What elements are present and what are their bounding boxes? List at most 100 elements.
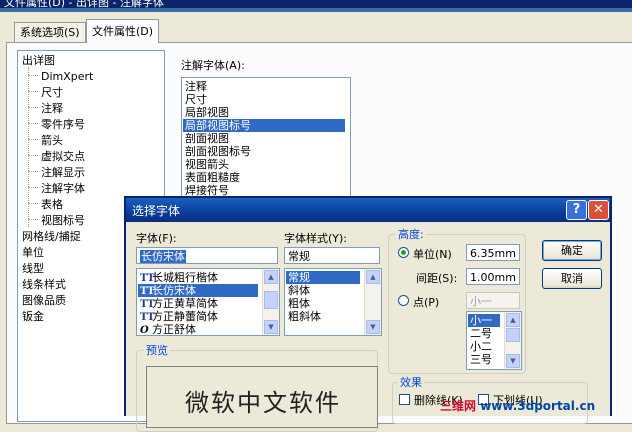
preview-box: 微软中文软件 (146, 366, 378, 428)
tree-item-units[interactable]: 单位 (22, 245, 44, 261)
point-item-size-two[interactable]: 二号 (470, 327, 492, 340)
font-item-label: 方正黄草简体 (152, 297, 218, 310)
tree-item-line-style[interactable]: 线条样式 (22, 277, 66, 293)
tree-item-view-labels[interactable]: 视图标号 (41, 213, 85, 229)
tree-item-detailing[interactable]: 出详图 (22, 53, 55, 69)
style-list-scrollbar[interactable]: ▲ ▼ (364, 269, 381, 335)
watermark-site: www.3dportal.cn (480, 399, 596, 413)
ok-button-label: 确定 (561, 244, 583, 257)
font-name-input[interactable]: 长仿宋体 (136, 247, 278, 264)
main-window-title-bar: 文件属性(D) - 出详图 - 注解字体 (0, 0, 632, 8)
spacing-label: 间距(S): (416, 272, 458, 285)
cancel-button-label: 取消 (561, 272, 583, 285)
main-window-title: 文件属性(D) - 出详图 - 注解字体 (4, 0, 164, 8)
font-item-label: 方正静蕾简体 (152, 310, 218, 323)
tree-item-line-font[interactable]: 线型 (22, 261, 44, 277)
point-list-scrollbar[interactable]: ▲ ▼ (504, 312, 521, 369)
dialog-title: 选择字体 (132, 204, 181, 218)
main-window-frame (0, 8, 632, 12)
unit-label: 单位(N) (413, 248, 452, 261)
font-style-list[interactable]: 常规 斜体 粗体 粗斜体 ▲ ▼ (284, 268, 382, 336)
font-item[interactable]: TT长城粗行楷体 (140, 271, 218, 284)
font-label: 字体(F): (136, 232, 177, 245)
font-item[interactable]: O 方正舒体 (140, 323, 196, 336)
tree-item-virtual-sharps[interactable]: 虚拟交点 (41, 149, 85, 165)
scroll-up-icon[interactable]: ▲ (264, 270, 278, 284)
style-item-italic[interactable]: 斜体 (288, 284, 310, 297)
annotation-item-surface-finish[interactable]: 表面粗糙度 (185, 171, 240, 184)
opentype-icon: O (140, 325, 149, 336)
close-button[interactable]: ✕ (588, 200, 609, 220)
font-style-input[interactable]: 常规 (284, 247, 380, 264)
font-item-label: 长城粗行楷体 (152, 271, 218, 284)
annotation-item-dimension[interactable]: 尺寸 (185, 93, 207, 106)
tree-item-annotations-display[interactable]: 注解显示 (41, 165, 85, 181)
spacing-input[interactable]: 1.00mm (466, 268, 520, 285)
unit-height-input[interactable]: 6.35mm (466, 244, 520, 261)
tab-system-options[interactable]: 系统选项(S) (14, 22, 86, 42)
tree-item-dimxpert[interactable]: DimXpert (41, 69, 93, 85)
effects-legend: 效果 (398, 374, 424, 390)
tree-item-dimensions[interactable]: 尺寸 (41, 85, 63, 101)
font-list[interactable]: TT长城粗行楷体 TT长仿宋体 TT方正黄草简体 TT方正静蕾简体 O 方正舒体 … (136, 268, 280, 336)
tree-item-image-quality[interactable]: 图像品质 (22, 293, 66, 309)
annotation-item-detail-view-label[interactable]: 局部视图标号 (183, 119, 345, 132)
tree-item-annotations-font[interactable]: 注解字体 (41, 181, 85, 197)
font-item[interactable]: TT方正黄草简体 (140, 297, 218, 310)
point-item-small-one[interactable]: 小一 (468, 314, 500, 327)
ok-button[interactable]: 确定 (542, 240, 602, 261)
annotation-item-view-arrow[interactable]: 视图箭头 (185, 158, 229, 171)
tree-item-sheet-metal[interactable]: 钣金 (22, 309, 44, 325)
tree-item-notes[interactable]: 注释 (41, 101, 63, 117)
height-legend: 高度: (396, 226, 426, 242)
tree-item-tables[interactable]: 表格 (41, 197, 63, 213)
watermark: 三维网 www.3dportal.cn (440, 397, 595, 414)
spacing-value: 1.00mm (470, 271, 516, 284)
point-size-value: 小一 (470, 295, 492, 308)
font-list-scrollbar[interactable]: ▲ ▼ (262, 269, 279, 335)
point-item-small-two[interactable]: 小二 (470, 340, 492, 353)
preview-text: 微软中文软件 (185, 389, 341, 417)
font-name-value: 长仿宋体 (140, 250, 186, 263)
unit-radio[interactable] (398, 247, 409, 258)
help-button[interactable]: ? (566, 200, 587, 220)
dialog-title-bar[interactable]: 选择字体 ? ✕ (126, 198, 610, 222)
annotation-item-note[interactable]: 注释 (185, 80, 207, 93)
font-item[interactable]: TT方正静蕾简体 (140, 310, 218, 323)
font-style-label: 字体样式(Y): (284, 232, 348, 245)
font-item-label: 方正舒体 (152, 323, 196, 336)
scroll-up-icon[interactable]: ▲ (366, 270, 380, 284)
scroll-down-icon[interactable]: ▼ (506, 354, 520, 368)
cancel-button[interactable]: 取消 (542, 268, 602, 289)
strikeout-checkbox[interactable] (399, 394, 410, 405)
scroll-up-icon[interactable]: ▲ (506, 313, 520, 327)
point-label: 点(P) (413, 296, 440, 309)
font-item-selected[interactable]: TT长仿宋体 (138, 284, 258, 297)
choose-font-dialog: 选择字体 ? ✕ 字体(F): 长仿宋体 TT长城粗行楷体 TT长仿宋体 TT方… (124, 196, 612, 432)
scroll-thumb[interactable] (264, 291, 278, 309)
point-size-list[interactable]: 小一 二号 小二 三号 ▲ ▼ (466, 311, 522, 370)
unit-height-value: 6.35mm (470, 247, 516, 260)
tree-item-grid-snap[interactable]: 网格线/捕捉 (22, 229, 81, 245)
annotation-item-section-view-label[interactable]: 剖面视图标号 (185, 145, 251, 158)
style-item-bold[interactable]: 粗体 (288, 297, 310, 310)
annotation-item-section-view[interactable]: 剖面视图 (185, 132, 229, 145)
tree-item-arrows[interactable]: 箭头 (41, 133, 63, 149)
scroll-down-icon[interactable]: ▼ (366, 320, 380, 334)
point-radio[interactable] (398, 295, 409, 306)
scroll-thumb[interactable] (506, 328, 520, 342)
annotation-item-detail-view[interactable]: 局部视图 (185, 106, 229, 119)
tab-document-properties[interactable]: 文件属性(D) (86, 19, 160, 43)
style-item-bold-italic[interactable]: 粗斜体 (288, 310, 321, 323)
watermark-prefix: 三维网 (440, 399, 477, 413)
font-item-label: 长仿宋体 (152, 284, 196, 297)
scroll-down-icon[interactable]: ▼ (264, 320, 278, 334)
annotation-font-label: 注解字体(A): (181, 59, 245, 72)
point-item-size-three[interactable]: 三号 (470, 353, 492, 366)
point-size-input[interactable]: 小一 (466, 292, 520, 309)
tab-document-properties-label: 文件属性(D) (92, 25, 154, 38)
font-style-value: 常规 (288, 250, 310, 263)
style-item-regular[interactable]: 常规 (286, 271, 360, 284)
annotation-font-list[interactable]: 注释 尺寸 局部视图 局部视图标号 剖面视图 剖面视图标号 视图箭头 表面粗糙度… (181, 77, 351, 199)
tree-item-balloons[interactable]: 零件序号 (41, 117, 85, 133)
